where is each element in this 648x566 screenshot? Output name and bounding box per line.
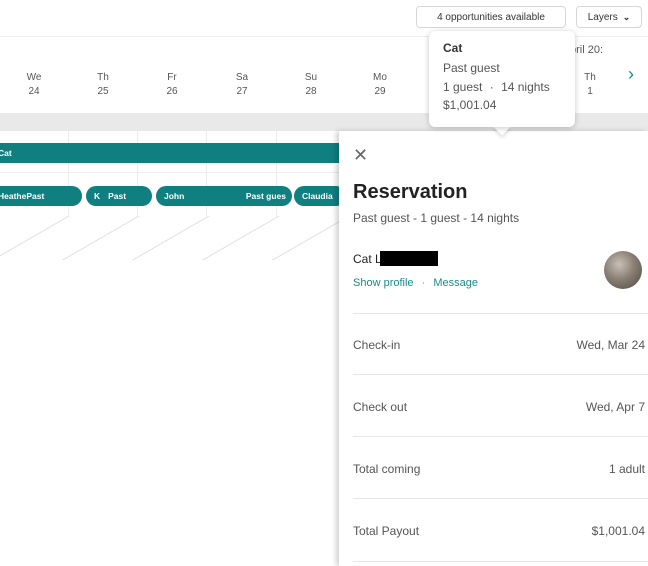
- reservation-bar-label: Past: [108, 191, 127, 201]
- total-coming-value: 1 adult: [608, 462, 645, 476]
- tooltip-price: $1,001.04: [443, 98, 497, 112]
- day-of-week: Fr: [167, 72, 177, 83]
- reservation-bar-label: Past gues: [245, 191, 286, 201]
- total-payout-label: Total Payout: [353, 524, 420, 538]
- layers-dropdown[interactable]: Layers ⌄: [576, 6, 642, 28]
- day-number: 26: [166, 86, 178, 97]
- tooltip-status: Past guest: [443, 61, 500, 75]
- guest-name-text: Cat L: [353, 251, 382, 266]
- reservation-bar[interactable]: K Past: [86, 186, 152, 206]
- layers-label: Layers: [587, 11, 618, 23]
- divider: [353, 374, 648, 375]
- day-header: Sa 27: [222, 71, 262, 99]
- opportunities-button[interactable]: 4 opportunities available: [416, 6, 566, 28]
- link-separator: ·: [421, 277, 426, 289]
- reservation-bar[interactable]: John Past gues: [156, 186, 292, 206]
- day-header: Th 1: [570, 71, 610, 99]
- tooltip-guest-name: Cat: [443, 41, 463, 55]
- day-of-week: Th: [584, 72, 596, 83]
- day-header: Su 28: [291, 71, 331, 99]
- message-link[interactable]: Message: [433, 277, 478, 289]
- panel-subtitle: Past guest - 1 guest - 14 nights: [353, 211, 520, 225]
- divider: [353, 561, 648, 562]
- checkout-label: Check out: [353, 400, 408, 414]
- total-payout-value: $1,001.04: [591, 524, 645, 538]
- day-of-week: We: [26, 72, 42, 83]
- total-coming-row: Total coming 1 adult: [353, 462, 645, 476]
- tooltip-separator: ·: [489, 80, 494, 94]
- guest-name: Cat L: [353, 251, 438, 266]
- reservation-bar-label: Claudia: [302, 191, 333, 201]
- day-number: 1: [587, 86, 593, 97]
- redaction-block: [379, 251, 438, 266]
- divider: [353, 436, 648, 437]
- reservation-bar-label: K: [94, 191, 101, 201]
- day-number: 25: [97, 86, 109, 97]
- reservation-bar-label: John: [164, 191, 185, 201]
- panel-title: Reservation: [353, 181, 468, 203]
- checkin-value: Wed, Mar 24: [576, 338, 645, 352]
- day-of-week: Th: [97, 72, 109, 83]
- reservation-bar-cat[interactable]: Cat: [0, 143, 350, 163]
- divider: [353, 313, 648, 314]
- day-header: Fr 26: [152, 71, 192, 99]
- blocked-dates: [0, 216, 340, 260]
- tooltip-details: 1 guest · 14 nights: [443, 80, 550, 94]
- day-number: 28: [305, 86, 317, 97]
- day-of-week: Su: [304, 72, 318, 83]
- chevron-down-icon: ⌄: [622, 11, 631, 22]
- opportunities-label: 4 opportunities available: [437, 11, 545, 23]
- reservation-bar[interactable]: HeathePast: [0, 186, 82, 206]
- checkin-row: Check-in Wed, Mar 24: [353, 338, 645, 352]
- divider: [353, 498, 648, 499]
- reservation-bar-label: Cat: [0, 148, 12, 158]
- show-profile-link[interactable]: Show profile: [353, 277, 414, 289]
- tooltip-nights: 14 nights: [501, 80, 550, 94]
- day-of-week: Sa: [235, 72, 249, 83]
- day-header: We 24: [14, 71, 54, 99]
- checkin-label: Check-in: [353, 338, 401, 352]
- reservation-panel: ✕ Reservation Past guest - 1 guest - 14 …: [339, 131, 648, 566]
- day-number: 27: [236, 86, 248, 97]
- day-number: 24: [28, 86, 40, 97]
- day-header: Mo 29: [360, 71, 400, 99]
- grid-line: [0, 172, 340, 173]
- chevron-right-icon[interactable]: ›: [628, 64, 634, 85]
- avatar[interactable]: [604, 251, 642, 289]
- day-of-week: Mo: [373, 72, 387, 83]
- close-icon[interactable]: ✕: [353, 145, 368, 166]
- day-number: 29: [374, 86, 386, 97]
- checkout-row: Check out Wed, Apr 7: [353, 400, 645, 414]
- tooltip-guests: 1 guest: [443, 80, 483, 94]
- total-payout-row: Total Payout $1,001.04: [353, 524, 645, 538]
- checkout-value: Wed, Apr 7: [585, 400, 645, 414]
- day-header: Th 25: [83, 71, 123, 99]
- total-coming-label: Total coming: [353, 462, 421, 476]
- reservation-tooltip: Cat Past guest 1 guest · 14 nights $1,00…: [429, 31, 575, 127]
- reservation-bar-label: HeathePast: [0, 191, 45, 201]
- guest-links: Show profile · Message: [353, 277, 478, 289]
